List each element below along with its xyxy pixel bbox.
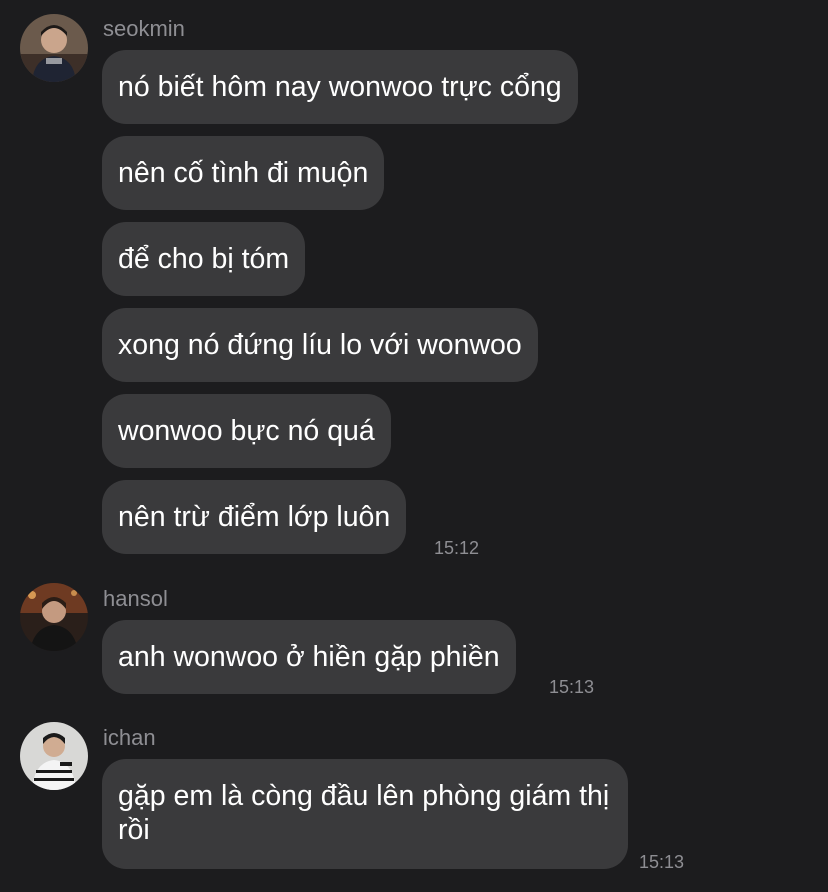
message-bubble[interactable]: nó biết hôm nay wonwoo trực cổng [102,50,578,124]
sender-name: hansol [103,586,168,611]
sender-name: ichan [103,725,156,750]
message-bubble[interactable]: gặp em là còng đầu lên phòng giám thị rồ… [102,759,628,869]
chat-transcript: seokmin nó biết hôm nay wonwoo trực cổng… [0,0,828,892]
avatar[interactable] [20,14,88,82]
avatar[interactable] [20,722,88,790]
message-bubble[interactable]: xong nó đứng líu lo với wonwoo [102,308,538,382]
message-bubble[interactable]: anh wonwoo ở hiền gặp phiền [102,620,516,694]
avatar[interactable] [20,583,88,651]
message-bubble[interactable]: wonwoo bực nó quá [102,394,391,468]
sender-name: seokmin [103,16,185,41]
user-photo-icon [20,583,88,651]
message-timestamp: 15:13 [639,852,685,872]
user-photo-icon [20,14,88,82]
message-bubble[interactable]: để cho bị tóm [102,222,306,296]
message-timestamp: 15:12 [434,538,480,558]
message-timestamp: 15:13 [549,677,595,697]
user-photo-icon [20,722,88,790]
message-bubble[interactable]: nên cố tình đi muộn [102,136,385,210]
message-bubble[interactable]: nên trừ điểm lớp luôn [102,480,407,554]
